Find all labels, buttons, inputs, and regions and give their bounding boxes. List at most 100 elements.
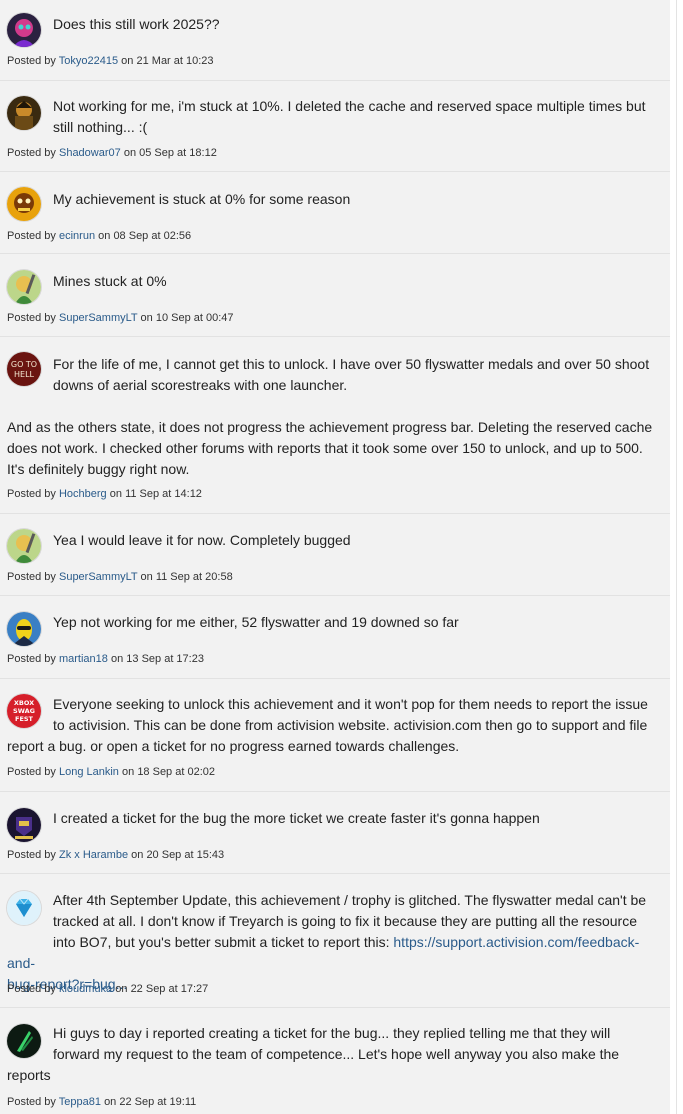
comment-byline: Posted by Tokyo22415 on 21 Mar at 10:23	[7, 54, 214, 68]
comment-line: Mines stuck at 0%	[53, 273, 167, 289]
posted-by-label: Posted by	[7, 849, 56, 861]
comment-line: Does this still work 2025??	[53, 16, 220, 32]
comment-line: still nothing... :(	[53, 119, 148, 135]
username-link[interactable]: Long Lankin	[59, 766, 119, 778]
on-label: on	[123, 147, 137, 159]
comment-date: 22 Sep at 19:11	[119, 1096, 197, 1108]
comment-line: tracked at all. I don't know if Treyarch…	[53, 913, 637, 929]
comment: Not working for me, i'm stuck at 10%. I …	[0, 81, 670, 172]
comment-feed: Does this still work 2025?? Posted by To…	[0, 0, 670, 1114]
scrollbar[interactable]	[670, 0, 683, 1114]
posted-by-label: Posted by	[7, 488, 56, 500]
comment: Hi guys to day i reported creating a tic…	[0, 1008, 670, 1114]
posted-by-label: Posted by	[7, 55, 56, 67]
comment-date: 20 Sep at 15:43	[146, 849, 225, 861]
comment-line: I created a ticket for the bug the more …	[53, 810, 540, 826]
comment-date: 22 Sep at 17:27	[130, 983, 209, 995]
posted-by-label: Posted by	[7, 983, 56, 995]
comment-line: It's definitely buggy right now.	[7, 461, 190, 477]
comment-line: downs of aerial scorestreaks with one la…	[53, 377, 348, 393]
posted-by-label: Posted by	[7, 147, 56, 159]
comment-byline: Posted by Long Lankin on 18 Sep at 02:02	[7, 765, 215, 779]
comment-line: does not work. I checked other forums wi…	[7, 440, 643, 456]
username-link[interactable]: ecinrun	[59, 230, 95, 242]
on-label: on	[140, 571, 153, 583]
comment-text: After 4th September Update, this achieve…	[7, 890, 657, 995]
comment-byline: Posted by Teppa81 on 22 Sep at 19:11	[7, 1095, 196, 1109]
comment-date: 11 Sep at 20:58	[155, 571, 233, 583]
comment-date: 21 Mar at 10:23	[136, 55, 214, 67]
username-link[interactable]: Shadowar07	[59, 147, 121, 159]
username-link[interactable]: kloudmuka	[59, 983, 112, 995]
comment-date: 05 Sep at 18:12	[139, 147, 217, 159]
posted-by-label: Posted by	[7, 312, 56, 324]
comment: Does this still work 2025?? Posted by To…	[0, 0, 670, 81]
posted-by-label: Posted by	[7, 230, 56, 242]
comment-line: to activision. This can be done from act…	[53, 717, 648, 733]
username-link[interactable]: Hochberg	[59, 488, 107, 500]
comment-line: My achievement is stuck at 0% for some r…	[53, 191, 351, 207]
on-label: on	[110, 653, 124, 665]
comment-line: After 4th September Update, this achieve…	[53, 892, 647, 908]
comment-text: Yea I would leave it for now. Completely…	[7, 530, 657, 551]
on-label: on	[98, 230, 111, 242]
comment-text: Mines stuck at 0%	[7, 271, 657, 292]
on-label: on	[109, 488, 122, 500]
comment: After 4th September Update, this achieve…	[0, 874, 670, 1008]
comment-byline: Posted by Zk x Harambe on 20 Sep at 15:4…	[7, 848, 224, 862]
comment: Yep not working for me either, 52 flyswa…	[0, 596, 670, 679]
posted-by-label: Posted by	[7, 766, 56, 778]
comment: GO TO HELL For the life of me, I cannot …	[0, 337, 670, 514]
comment-line: Hi guys to day i reported creating a tic…	[53, 1025, 611, 1041]
comment-text: Not working for me, i'm stuck at 10%. I …	[7, 96, 657, 138]
comment-line: reports	[7, 1067, 51, 1083]
comment-byline: Posted by kloudmuka on 22 Sep at 17:27	[7, 982, 208, 996]
comment-date: 10 Sep at 00:47	[155, 312, 234, 324]
comment-byline: Posted by martian18 on 13 Sep at 17:23	[7, 652, 204, 666]
comment-line: report a bug. or open a ticket for no pr…	[7, 738, 460, 754]
on-label: on	[131, 849, 144, 861]
username-link[interactable]: martian18	[59, 653, 108, 665]
comment-date: 11 Sep at 14:12	[125, 488, 202, 500]
comment-text: Does this still work 2025??	[7, 14, 657, 35]
comment-line: Not working for me, i'm stuck at 10%. I …	[53, 98, 646, 114]
comment-byline: Posted by Hochberg on 11 Sep at 14:12	[7, 487, 202, 501]
on-label: on	[104, 1096, 117, 1108]
comment: My achievement is stuck at 0% for some r…	[0, 172, 670, 254]
comment-line: into BO7, but you's better submit a tick…	[53, 934, 390, 950]
on-label: on	[140, 312, 153, 324]
comment-date: 18 Sep at 02:02	[137, 766, 215, 778]
comment-byline: Posted by SuperSammyLT on 11 Sep at 20:5…	[7, 570, 233, 584]
comment-text: For the life of me, I cannot get this to…	[7, 354, 657, 480]
comment-byline: Posted by SuperSammyLT on 10 Sep at 00:4…	[7, 311, 234, 325]
username-link[interactable]: SuperSammyLT	[59, 571, 137, 583]
on-label: on	[121, 55, 134, 67]
comment-line: Yea I would leave it for now. Completely…	[53, 532, 351, 548]
username-link[interactable]: Zk x Harambe	[59, 849, 128, 861]
posted-by-label: Posted by	[7, 1096, 56, 1108]
username-link[interactable]: Teppa81	[59, 1096, 101, 1108]
username-link[interactable]: Tokyo22415	[59, 55, 118, 67]
comment: I created a ticket for the bug the more …	[0, 792, 670, 874]
comment-line: Everyone seeking to unlock this achievem…	[53, 696, 648, 712]
comment-date: 08 Sep at 02:56	[113, 230, 192, 242]
comment-line: Yep not working for me either, 52 flyswa…	[53, 614, 459, 630]
username-link[interactable]: SuperSammyLT	[59, 312, 137, 324]
posted-by-label: Posted by	[7, 653, 56, 665]
comment-text: Yep not working for me either, 52 flyswa…	[7, 612, 657, 633]
on-label: on	[122, 766, 135, 778]
comment-byline: Posted by ecinrun on 08 Sep at 02:56	[7, 229, 191, 243]
comment-text: Everyone seeking to unlock this achievem…	[7, 694, 657, 757]
comment: Mines stuck at 0% Posted by SuperSammyLT…	[0, 254, 670, 337]
posted-by-label: Posted by	[7, 571, 56, 583]
comment-line: And as the others state, it does not pro…	[7, 419, 653, 435]
comment-text: My achievement is stuck at 0% for some r…	[7, 189, 657, 210]
comment: Yea I would leave it for now. Completely…	[0, 514, 670, 596]
comment-text: Hi guys to day i reported creating a tic…	[7, 1023, 657, 1086]
comment: XBOX SWAG FEST Everyone seeking to unloc…	[0, 679, 670, 792]
scrollbar-track[interactable]	[676, 0, 677, 1114]
comment-text: I created a ticket for the bug the more …	[7, 808, 657, 829]
comment-line: For the life of me, I cannot get this to…	[53, 356, 650, 372]
comment-byline: Posted by Shadowar07 on 05 Sep at 18:12	[7, 146, 217, 160]
comment-date: 13 Sep at 17:23	[126, 653, 204, 665]
